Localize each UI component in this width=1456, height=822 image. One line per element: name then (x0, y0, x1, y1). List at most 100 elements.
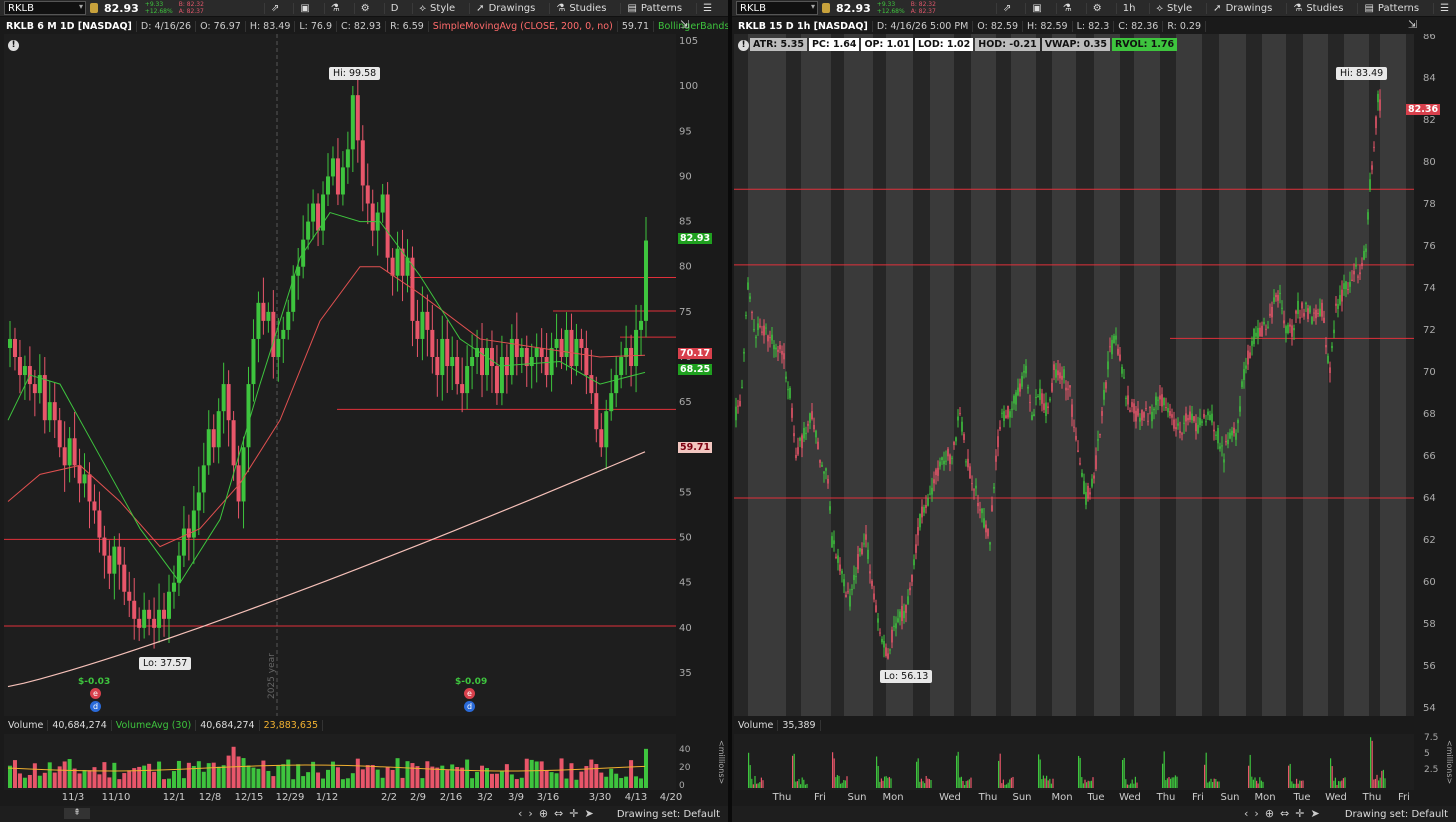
candle-body (460, 384, 465, 394)
scroll-left-icon[interactable]: ‹ (1244, 807, 1248, 820)
dividend-icon[interactable]: d (464, 701, 475, 712)
candle-body (8, 338, 12, 348)
candle-body (415, 320, 420, 339)
scroll-right-icon[interactable]: › (1254, 807, 1258, 820)
candle-body (1195, 423, 1197, 432)
earnings-icon[interactable]: e (90, 688, 101, 699)
aggregation-button[interactable]: D (383, 2, 405, 14)
menu-button[interactable]: ☰ (1433, 2, 1455, 14)
info-sma-value: 59.71 (618, 21, 655, 32)
candle-body (959, 413, 961, 415)
settings-button[interactable]: ⚙ (353, 2, 376, 14)
share-button[interactable]: ⇗ (263, 2, 285, 14)
crosshair-icon[interactable]: ✛ (1295, 807, 1304, 820)
day-tick: Mon (882, 792, 903, 803)
crosshair-icon[interactable]: ✛ (569, 807, 578, 820)
drawings-button[interactable]: ➚ Drawings (1206, 2, 1278, 14)
lock-icon[interactable] (90, 3, 98, 13)
alert-icon[interactable]: ! (738, 40, 749, 51)
candle-body (216, 411, 221, 448)
candle-body (579, 338, 584, 348)
studies-button[interactable]: ⚗ Studies (549, 2, 612, 14)
collapse-icon[interactable]: ⇞ (64, 808, 90, 819)
drawing-set-label[interactable]: Drawing set: Default (1345, 809, 1448, 820)
symbol-text: RKLB (8, 2, 34, 14)
style-button[interactable]: ⟡ Style (1149, 2, 1198, 14)
flask-button[interactable]: ⚗ (323, 2, 346, 14)
flask-button[interactable]: ⚗ (1055, 2, 1078, 14)
candle-body (939, 461, 941, 467)
expand-corner-icon[interactable]: ⇲ (1408, 18, 1417, 31)
chart-title: RKLB 6 M 1D [NASDAQ] (4, 21, 137, 32)
candle-body (887, 653, 889, 659)
candle-body (599, 429, 604, 448)
candle-body (785, 376, 787, 379)
candle-body (1131, 402, 1133, 407)
alert-icon[interactable]: ! (8, 40, 19, 51)
candle-body (350, 95, 355, 150)
candle-body (1073, 426, 1075, 428)
dividend-icon[interactable]: d (90, 701, 101, 712)
zoom-icon[interactable]: ⊕ (539, 807, 548, 820)
candle-body (835, 556, 837, 558)
expand-corner-icon[interactable]: ⇲ (680, 18, 689, 31)
chevron-down-icon[interactable]: ▾ (811, 2, 815, 11)
symbol-selector[interactable]: RKLB ▾ (4, 1, 86, 15)
candle-body (893, 625, 895, 628)
pointer-icon[interactable]: ➤ (1310, 807, 1319, 820)
volume-bar (1044, 778, 1046, 788)
session-band (1406, 34, 1414, 716)
candle-body (1279, 292, 1281, 295)
symbol-selector[interactable]: RKLB ▾ (736, 1, 818, 15)
pan-icon[interactable]: ⇔ (554, 807, 563, 820)
price-plot-bg (4, 34, 676, 716)
candle-body (1343, 283, 1345, 289)
candle-body (201, 465, 206, 493)
pan-icon[interactable]: ⇔ (1280, 807, 1289, 820)
candle-body (519, 347, 524, 357)
candle-body (1263, 321, 1265, 325)
scroll-right-icon[interactable]: › (528, 807, 532, 820)
aggregation-button[interactable]: 1h (1115, 2, 1142, 14)
volume-bar (1173, 777, 1175, 788)
candle-body (1323, 317, 1325, 323)
volume-bar (345, 778, 350, 788)
share-button[interactable]: ⇗ (995, 2, 1017, 14)
pointer-icon[interactable]: ➤ (584, 807, 593, 820)
menu-button[interactable]: ☰ (696, 2, 718, 14)
snapshot-button[interactable]: ▣ (293, 2, 315, 14)
volume-bar (579, 771, 584, 788)
settings-button[interactable]: ⚙ (1085, 2, 1108, 14)
patterns-button[interactable]: ▤ Patterns (1357, 2, 1425, 14)
candle-body (1017, 387, 1019, 396)
studies-button[interactable]: ⚗ Studies (1286, 2, 1349, 14)
volume-bar (1047, 780, 1049, 788)
menu-icon: ☰ (1440, 2, 1450, 14)
candle-body (1113, 335, 1115, 344)
volume-bar (445, 770, 450, 788)
volume-bar (959, 777, 961, 788)
candle-body (67, 438, 72, 466)
volume-bar (539, 761, 544, 788)
drawings-button[interactable]: ➚ Drawings (469, 2, 541, 14)
zoom-icon[interactable]: ⊕ (1265, 807, 1274, 820)
earnings-icon[interactable]: e (464, 688, 475, 699)
candle-body (923, 506, 925, 513)
candle-body (775, 347, 777, 350)
style-button[interactable]: ⟡ Style (412, 2, 461, 14)
volume-bar (102, 762, 107, 788)
candle-body (157, 609, 162, 628)
left-price-chart[interactable]: 105100959085807570656055504540352025 yea… (0, 34, 728, 806)
candle-body (1205, 421, 1207, 423)
patterns-button[interactable]: ▤ Patterns (620, 2, 688, 14)
candle-body (1307, 308, 1309, 319)
right-price-chart[interactable]: 86 84 82 80 78 76 74 72 70 68 66 64 62 60 58 56 54 7.5 5 2.… (732, 34, 1456, 806)
volume-bar (1331, 766, 1333, 788)
candle-body (791, 407, 793, 418)
chevron-down-icon[interactable]: ▾ (79, 2, 83, 11)
snapshot-button[interactable]: ▣ (1025, 2, 1047, 14)
lock-icon[interactable] (822, 3, 830, 13)
drawing-set-label[interactable]: Drawing set: Default (617, 809, 720, 820)
scroll-left-icon[interactable]: ‹ (518, 807, 522, 820)
candle-body (589, 375, 594, 394)
